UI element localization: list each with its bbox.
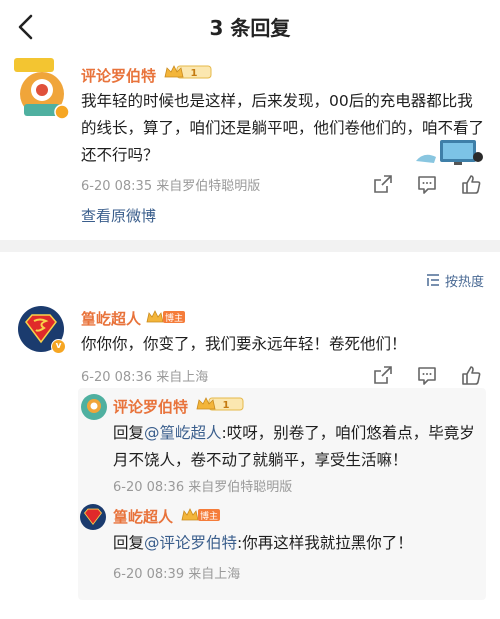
page-title: 3 条回复 (209, 16, 291, 40)
main-comment: 评论罗伯特 1 我年轻的时候也是这样，后来发现，00后的充电器都比我的线长，算了… (0, 52, 500, 240)
nested-reply-meta: 6-20 08:36 来自罗伯特聪明版 (113, 480, 293, 495)
nested-reply-text: 回复@篁屹超人:哎呀，别卷了，咱们悠着点，毕竟岁月不饶人，卷不动了就躺平，享受生… (113, 420, 483, 474)
mention-link[interactable]: @篁屹超人 (144, 424, 222, 442)
mention-link[interactable]: @评论罗伯特 (144, 534, 237, 552)
crown-level-badge: 1 (164, 65, 212, 79)
nested-reply-meta: 6-20 08:39 来自上海 (113, 567, 241, 582)
comment-actions (372, 173, 482, 195)
level-number: 1 (223, 400, 230, 411)
share-icon[interactable] (372, 364, 394, 386)
reply-meta: 6-20 08:36 来自上海 (81, 370, 209, 385)
blogger-badge-label: 博主 (200, 510, 218, 522)
section-divider (0, 240, 500, 252)
comment-icon[interactable] (416, 173, 438, 195)
top-bar: 3 条回复 (0, 0, 500, 52)
reply-prefix: 回复 (113, 534, 145, 552)
verified-badge-icon: v (51, 339, 66, 354)
reply-actions (372, 364, 482, 386)
share-icon[interactable] (372, 173, 394, 195)
sort-by-hot-button[interactable]: 按热度 (425, 271, 484, 290)
like-icon[interactable] (460, 364, 482, 386)
sort-icon (426, 274, 439, 286)
robot-avatar[interactable] (10, 56, 72, 120)
robot-avatar-small[interactable] (80, 393, 108, 421)
tv-sticker-icon (416, 140, 483, 165)
nested-reply-body: :你再这样我就拉黑你了！ (237, 534, 413, 552)
nested-reply-text: 回复@评论罗伯特:你再这样我就拉黑你了！ (113, 530, 483, 557)
comment-meta: 6-20 08:35 来自罗伯特聪明版 (81, 179, 261, 194)
sort-label: 按热度 (444, 274, 484, 290)
reply-text: 你你你，你变了，我们要永远年轻！卷死他们！ (81, 335, 407, 353)
nested-reply-author[interactable]: 篁屹超人 (113, 506, 173, 527)
superman-logo-icon (83, 508, 103, 526)
nested-reply-author[interactable]: 评论罗伯特 (113, 396, 188, 417)
comment-icon[interactable] (416, 364, 438, 386)
view-original-link[interactable]: 查看原微博 (81, 205, 156, 226)
blogger-badge-label: 博主 (165, 312, 183, 324)
reply-prefix: 回复 (113, 424, 145, 442)
author-name[interactable]: 评论罗伯特 (81, 65, 156, 86)
blogger-badge: 博主 (181, 508, 220, 522)
blogger-badge: 博主 (146, 310, 185, 324)
reply-author-name[interactable]: 篁屹超人 (81, 308, 141, 329)
superman-avatar-small[interactable] (80, 504, 106, 530)
crown-level-badge: 1 (196, 397, 244, 411)
like-icon[interactable] (460, 173, 482, 195)
level-number: 1 (191, 68, 198, 79)
